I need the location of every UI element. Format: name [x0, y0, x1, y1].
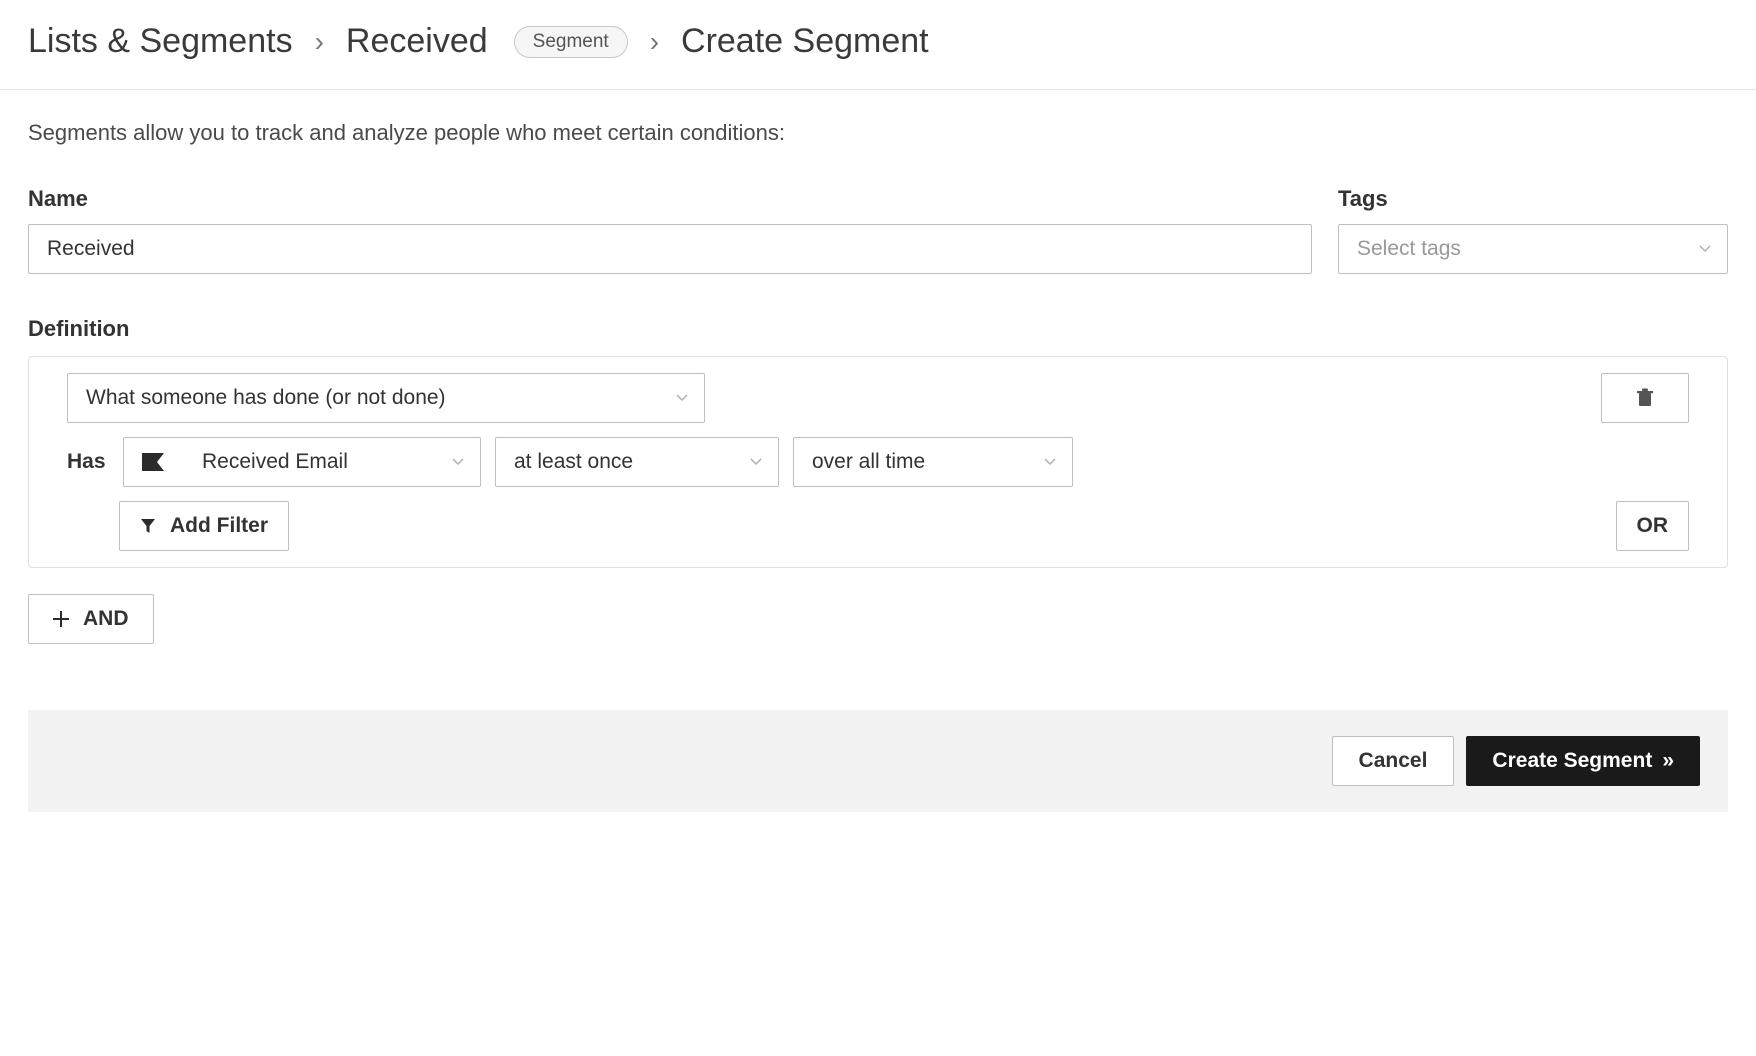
- caret-down-icon: [750, 458, 762, 466]
- breadcrumb-item[interactable]: Received: [346, 22, 488, 61]
- flag-icon: [142, 453, 164, 471]
- caret-down-icon: [676, 394, 688, 402]
- condition-type-value: What someone has done (or not done): [86, 386, 446, 410]
- breadcrumb: Lists & Segments › Received Segment › Cr…: [0, 0, 1756, 89]
- condition-type-select[interactable]: What someone has done (or not done): [67, 373, 705, 423]
- chevron-right-icon: ›: [650, 26, 659, 58]
- timeframe-value: over all time: [812, 450, 925, 474]
- event-select[interactable]: Received Email: [123, 437, 481, 487]
- add-filter-button[interactable]: Add Filter: [119, 501, 289, 551]
- definition-box: What someone has done (or not done): [28, 356, 1728, 568]
- delete-condition-button[interactable]: [1601, 373, 1689, 423]
- caret-down-icon: [1044, 458, 1056, 466]
- name-label: Name: [28, 186, 1312, 212]
- and-button[interactable]: AND: [28, 594, 154, 644]
- tags-select[interactable]: Select tags: [1338, 224, 1728, 274]
- cancel-button[interactable]: Cancel: [1332, 736, 1455, 786]
- definition-label: Definition: [28, 316, 1728, 342]
- breadcrumb-root[interactable]: Lists & Segments: [28, 22, 293, 61]
- divider: [0, 89, 1756, 90]
- caret-down-icon: [452, 458, 464, 466]
- breadcrumb-current: Create Segment: [681, 22, 929, 61]
- tags-placeholder: Select tags: [1357, 237, 1461, 261]
- plus-icon: [53, 611, 69, 627]
- create-segment-button[interactable]: Create Segment »: [1466, 736, 1700, 786]
- timeframe-select[interactable]: over all time: [793, 437, 1073, 487]
- and-label: AND: [83, 607, 129, 631]
- footer-actions: Cancel Create Segment »: [28, 710, 1728, 812]
- add-filter-label: Add Filter: [170, 514, 268, 538]
- intro-text: Segments allow you to track and analyze …: [28, 120, 1728, 146]
- trash-icon: [1636, 388, 1654, 408]
- tags-label: Tags: [1338, 186, 1728, 212]
- or-label: OR: [1637, 514, 1669, 538]
- frequency-value: at least once: [514, 450, 633, 474]
- filter-icon: [140, 518, 156, 534]
- frequency-select[interactable]: at least once: [495, 437, 779, 487]
- event-value: Received Email: [202, 450, 348, 474]
- create-segment-label: Create Segment: [1492, 749, 1652, 773]
- has-label: Has: [67, 450, 109, 474]
- caret-down-icon: [1699, 245, 1711, 253]
- name-input[interactable]: [28, 224, 1312, 274]
- segment-badge: Segment: [514, 26, 628, 58]
- chevron-right-icon: ›: [315, 26, 324, 58]
- or-button[interactable]: OR: [1616, 501, 1690, 551]
- raquo-icon: »: [1662, 749, 1674, 773]
